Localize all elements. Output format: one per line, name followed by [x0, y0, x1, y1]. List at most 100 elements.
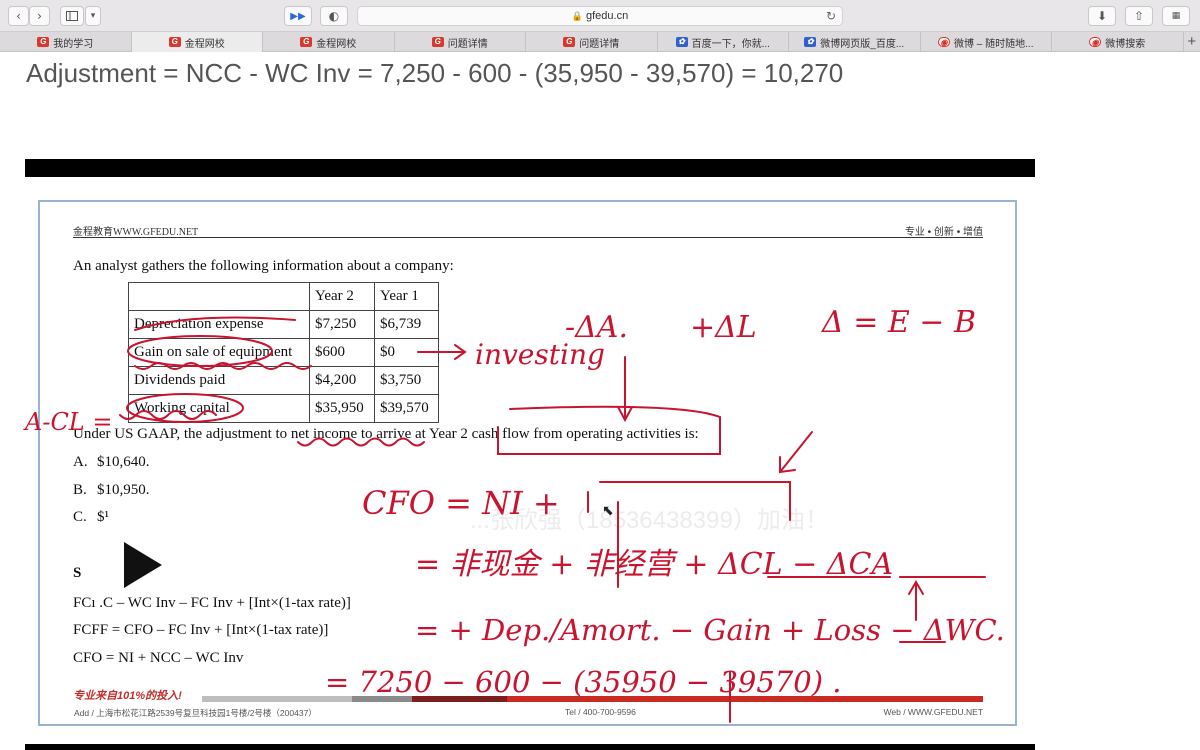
tab-overview-button[interactable]: ▦: [1162, 6, 1190, 26]
reload-icon[interactable]: ↻: [826, 9, 836, 23]
footer-address: Add / 上海市松花江路2539号复旦科技园1号楼/2号楼（200437）: [74, 708, 317, 718]
table-cell: $6,739: [374, 310, 439, 339]
table-cell: $39,570: [374, 394, 439, 423]
option-text: $10,640.: [97, 454, 150, 470]
plus-icon: +: [1187, 33, 1197, 50]
formula-fcfe: FCı .C – WC Inv – FC Inv + [Int×(1-tax r…: [73, 595, 351, 611]
browser-toolbar: ‹ › ▾ ▶▶ ◐ 🔒 gfedu.cn ↻ ⬇ ⇧ ▦: [0, 0, 1200, 32]
chevron-down-icon: ▾: [90, 11, 96, 21]
option-letter: B.: [73, 482, 87, 498]
video-speed-button[interactable]: ▶▶: [284, 6, 312, 26]
weibo-icon: ◉: [938, 37, 951, 47]
ink-arrow: [617, 356, 633, 423]
page-heading: Adjustment = NCC - WC Inv = 7,250 - 600 …: [26, 58, 844, 88]
download-icon: ⬇: [1096, 9, 1108, 23]
video-slide[interactable]: 金程教育WWW.GFEDU.NET 专业 • 创新 • 增值 An analys…: [23, 200, 1017, 726]
new-tab-button[interactable]: +: [1184, 32, 1200, 51]
tab-label: 百度一下，你就...: [691, 38, 770, 50]
ink-delta-a: -ΔA.: [565, 310, 628, 345]
footer-phone: Tel / 400-700-9596: [565, 707, 636, 717]
share-button[interactable]: ⇧: [1125, 6, 1153, 26]
tab-active[interactable]: G 金程网校: [131, 32, 263, 52]
share-icon: ⇧: [1133, 9, 1145, 23]
option-a[interactable]: A. $10,640.: [73, 454, 150, 471]
table-row: Depreciation expense $7,250 $6,739: [128, 310, 439, 339]
table-cell: $4,200: [309, 366, 375, 395]
forward-button[interactable]: ›: [29, 6, 50, 26]
video-top-bar: [25, 159, 1035, 177]
chevron-left-icon: ‹: [16, 9, 21, 23]
sidebar-menu-button[interactable]: ▾: [85, 6, 101, 26]
option-text: $¹: [97, 509, 109, 525]
option-c[interactable]: C. $¹: [73, 509, 109, 526]
tab-label: 微博 – 随时随地...: [954, 38, 1034, 50]
table-cell: $0: [374, 338, 439, 367]
slide-header-rule: [73, 237, 983, 238]
gfedu-logo-icon: G: [37, 37, 50, 47]
formula-cfo: CFO = NI + NCC – WC Inv: [73, 650, 244, 666]
tab[interactable]: G 我的学习: [0, 32, 132, 52]
table-cell: $600: [309, 338, 375, 367]
reader-button[interactable]: ◐: [320, 6, 348, 26]
footer-website: Web / WWW.GFEDU.NET: [883, 707, 983, 717]
video-bottom-bar: [25, 744, 1035, 750]
downloads-button[interactable]: ⬇: [1088, 6, 1116, 26]
option-b[interactable]: B. $10,950.: [73, 482, 150, 499]
ink-arrow: [908, 580, 924, 621]
tab-label: 我的学习: [53, 38, 94, 50]
ink-dep-line: = + Dep./Amort. − Gain + Loss − ΔWC.: [415, 613, 1005, 647]
table-header-cell: [128, 282, 310, 311]
address-bar[interactable]: 🔒 gfedu.cn ↻: [357, 6, 843, 26]
ink-investing: investing: [475, 338, 605, 371]
tab-label: 问题详情: [447, 38, 488, 50]
formula-fcff: FCFF = CFO – FC Inv + [Int×(1-tax rate)]: [73, 622, 329, 638]
tab[interactable]: G 问题详情: [526, 32, 658, 52]
solution-label: S: [73, 565, 82, 581]
play-icon[interactable]: [124, 542, 162, 588]
tab-bar: G 我的学习 G 金程网校 G 金程网校 G 问题详情 G 问题详情 ✿ 百度一下，你就..…: [0, 32, 1200, 52]
fast-forward-icon: ▶▶: [290, 10, 306, 22]
tab[interactable]: ✿ 微博网页版_百度...: [789, 32, 921, 52]
table-header-row: Year 2 Year 1: [128, 282, 439, 311]
data-table: Year 2 Year 1 Depreciation expense $7,25…: [128, 282, 439, 423]
gfedu-logo-icon: G: [168, 37, 181, 47]
sidebar-icon: [66, 11, 78, 21]
baidu-paw-icon: ✿: [804, 37, 817, 47]
tab[interactable]: G 问题详情: [395, 32, 526, 52]
option-letter: C.: [73, 509, 87, 525]
question-intro: An analyst gathers the following informa…: [73, 258, 454, 274]
tab-label: 金程网校: [184, 38, 225, 50]
option-text: $10,950.: [97, 482, 150, 498]
chevron-right-icon: ›: [37, 9, 42, 23]
ink-arrow: [779, 431, 813, 474]
tab[interactable]: ◉ 微博搜索: [1052, 32, 1184, 52]
tab-label: 金程网校: [316, 38, 357, 50]
ink-delta-eq: Δ = E − B: [821, 305, 976, 340]
url-text: gfedu.cn: [586, 10, 629, 22]
watermark-text: ...张欣强（18536438399）加油！: [470, 507, 829, 534]
lock-icon: 🔒: [571, 10, 583, 21]
table-row: Working capital $35,950 $39,570: [128, 394, 439, 423]
gfedu-logo-icon: G: [431, 37, 444, 47]
half-circle-icon: ◐: [328, 9, 340, 23]
mouse-cursor-icon: ⬉: [602, 502, 614, 518]
weibo-icon: ◉: [1089, 37, 1102, 47]
table-cell: Depreciation expense: [128, 310, 310, 339]
sidebar-button[interactable]: [60, 6, 84, 26]
table-header-cell: Year 2: [309, 282, 375, 311]
table-cell: Working capital: [128, 394, 310, 423]
back-button[interactable]: ‹: [8, 6, 29, 26]
slide-header-right: 专业 • 创新 • 增值: [904, 227, 983, 238]
tab[interactable]: G 金程网校: [263, 32, 395, 52]
question-text: Under US GAAP, the adjustment to net inc…: [73, 426, 699, 442]
tab[interactable]: ◉ 微博 – 随时随地...: [921, 32, 1052, 52]
ink-num-line: = 7250 − 600 − (35950 − 39570) .: [325, 665, 841, 699]
footer-slogan: 专业来自101%的投入!: [73, 690, 182, 702]
table-row: Gain on sale of equipment $600 $0: [128, 338, 439, 367]
table-cell: $35,950: [309, 394, 375, 423]
tab[interactable]: ✿ 百度一下，你就...: [658, 32, 789, 52]
table-cell: $3,750: [374, 366, 439, 395]
gfedu-logo-icon: G: [563, 37, 576, 47]
tab-label: 问题详情: [579, 38, 620, 50]
ink-delta-l: +ΔL: [690, 310, 757, 345]
